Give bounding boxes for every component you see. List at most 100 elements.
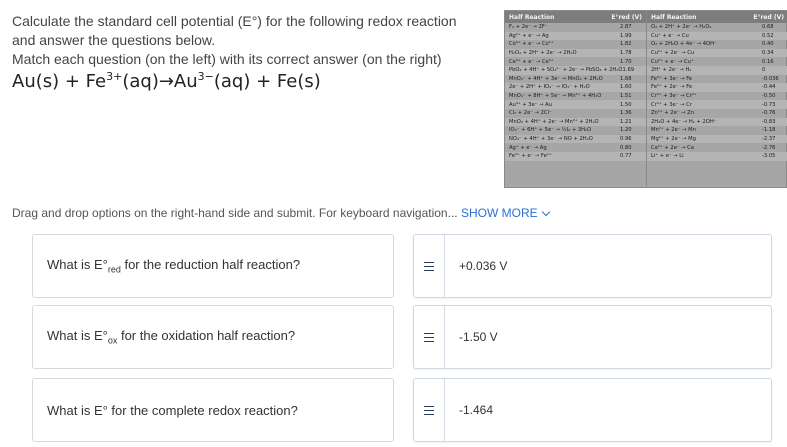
half-reaction: Ag⁺ + e⁻ → Ag (509, 144, 547, 151)
half-reaction: F₂ + 2e⁻ → 2F⁻ (509, 24, 548, 31)
half-reaction: Zn²⁺ + 2e⁻ → Zn (651, 110, 695, 117)
half-reaction: Cu²⁺ + e⁻ → Cu⁺ (651, 58, 694, 65)
potential-value: 2.87 (620, 24, 632, 31)
question-suffix: for the oxidation half reaction? (117, 328, 296, 344)
potential-value: 1.60 (620, 84, 632, 91)
half-reaction: PbO₂ + 4H⁺ + SO₄²⁻ + 2e⁻ → PbSO₄ + 2H₂O (509, 67, 623, 74)
table-row: Mg²⁺ + 2e⁻ → Mg -2.37 (647, 134, 787, 144)
half-reaction: Au³⁺ + 3e⁻ → Au (509, 101, 553, 108)
potential-value: 0 (762, 67, 766, 74)
potential-value: -1.18 (762, 127, 776, 134)
reaction-middle: (aq)→Au (122, 71, 198, 92)
table-row: PbO₂ + 4H⁺ + SO₄²⁻ + 2e⁻ → PbSO₄ + 2H₂O 1… (505, 65, 646, 75)
potential-value: -0.76 (762, 110, 776, 117)
drag-handle-icon[interactable] (414, 235, 444, 297)
table-row: Cu²⁺ + e⁻ → Cu⁺ 0.16 (647, 57, 787, 66)
potential-value: -2.76 (762, 144, 776, 151)
potential-value: -0.50 (762, 93, 776, 100)
potential-value: 0.34 (762, 50, 774, 57)
question-text: What is E° for the complete redox reacti… (47, 402, 298, 418)
table-row: NO₃⁻ + 4H⁺ + 3e⁻ → NO + 2H₂O 0.96 (505, 134, 646, 144)
au-charge: 3− (197, 70, 214, 83)
half-reaction: Ce⁴⁺ + e⁻ → Ce³⁺ (509, 58, 554, 65)
table-row: H₂O₂ + 2H⁺ + 2e⁻ → 2H₂O 1.78 (505, 48, 646, 58)
half-reaction: Fe³⁺ + 3e⁻ → Fe (651, 75, 693, 82)
instruction-line-1: Calculate the standard cell potential (E… (12, 13, 457, 29)
question-prefix: What is E° (47, 257, 108, 273)
instruction-line-2: and answer the questions below. (12, 32, 216, 48)
potential-value: 1.70 (620, 58, 632, 65)
potential-value: -0.73 (762, 101, 776, 108)
header-reaction: Half Reaction (509, 13, 555, 21)
table-row: MnO₄⁻ + 4H⁺ + 3e⁻ → MnO₂ + 2H₂O 1.68 (505, 75, 646, 84)
table-row: O₂ + 2H₂O + 4e⁻ → 4OH⁻ 0.40 (647, 40, 787, 49)
answer-value: -1.464 (459, 403, 494, 417)
table-left-half: Half Reaction E°red (V) F₂ + 2e⁻ → 2F⁻ 2.… (505, 11, 646, 187)
question-suffix: for the reduction half reaction? (120, 257, 301, 273)
drag-drop-hint: Drag and drop options on the right-hand … (12, 206, 550, 220)
show-more-link[interactable]: SHOW MORE (460, 206, 550, 220)
answer-option-1[interactable]: +0.036 V (413, 234, 772, 298)
potential-value: 0.96 (620, 136, 632, 143)
half-reaction: Li⁺ + e⁻ → Li (651, 153, 684, 160)
question-box-eox: What is E°ox for the oxidation half reac… (32, 305, 394, 369)
half-reaction: O₂ + 2H₂O + 4e⁻ → 4OH⁻ (651, 41, 717, 48)
table-row: IO₃⁻ + 6H⁺ + 5e⁻ → ½I₂ + 3H₂O 1.20 (505, 126, 646, 135)
half-reaction: Cl₂ + 2e⁻ → 2Cl⁻ (509, 110, 552, 117)
half-reaction: Fe²⁺ + 2e⁻ → Fe (651, 84, 693, 91)
potential-value: -0.44 (762, 84, 776, 91)
half-reaction: Fe³⁺ + e⁻ → Fe²⁺ (509, 153, 552, 160)
table-row: Co³⁺ + e⁻ → Co²⁺ 1.82 (505, 40, 646, 49)
question-prefix: What is E° (47, 328, 108, 344)
half-reaction: MnO₂ + 4H⁺ + 2e⁻ → Mn²⁺ + 2H₂O (509, 118, 599, 125)
table-row: Cu⁺ + e⁻ → Cu 0.52 (647, 31, 787, 41)
potential-value: -0.83 (762, 118, 776, 125)
potential-value: 1.21 (620, 118, 632, 125)
potential-value: 0.40 (762, 41, 774, 48)
question-subscript: red (107, 264, 121, 275)
potential-value: 1.36 (620, 110, 632, 117)
table-header: Half Reaction E°red (V) (647, 11, 787, 23)
drag-handle-icon[interactable] (414, 379, 444, 441)
half-reaction: MnO₄⁻ + 4H⁺ + 3e⁻ → MnO₂ + 2H₂O (509, 75, 603, 82)
half-reaction: 2e⁻ + 2H⁺ + IO₄⁻ → IO₃⁻ + H₂O (509, 84, 590, 91)
potential-value: 1.78 (620, 50, 632, 57)
half-reaction: Cu²⁺ + 2e⁻ → Cu (651, 50, 695, 57)
answer-option-3[interactable]: -1.464 (413, 378, 772, 442)
half-reaction: IO₃⁻ + 6H⁺ + 5e⁻ → ½I₂ + 3H₂O (509, 127, 592, 134)
potential-value: -3.05 (762, 153, 776, 160)
potential-value: 1.51 (620, 93, 632, 100)
answer-option-2[interactable]: -1.50 V (413, 305, 772, 369)
table-row: Ce⁴⁺ + e⁻ → Ce³⁺ 1.70 (505, 57, 646, 66)
redox-reaction-equation: Au(s) + Fe3+(aq)→Au3−(aq) + Fe(s) (12, 70, 321, 92)
answer-value: +0.036 V (459, 259, 508, 273)
potential-value: 0.68 (762, 24, 774, 31)
reaction-lhs: Au(s) + Fe (12, 71, 107, 92)
table-right-half: Half Reaction E°red (V) O₂ + 2H⁺ + 2e⁻ →… (646, 11, 787, 187)
potential-value: 0.16 (762, 58, 774, 65)
table-row: Ca²⁺ + 2e⁻ → Ca -2.76 (647, 143, 787, 152)
half-reaction: 2H₂O + 4e⁻ → H₂ + 2OH⁻ (651, 118, 717, 125)
hint-text: Drag and drop options on the right-hand … (12, 206, 458, 220)
potential-value: 1.20 (620, 127, 632, 134)
table-row: Ag⁺ + e⁻ → Ag 0.80 (505, 143, 646, 152)
half-reaction: Cr³⁺ + 3e⁻ → Cr (651, 101, 692, 108)
table-row: Cu²⁺ + 2e⁻ → Cu 0.34 (647, 48, 787, 58)
half-reaction: Ca²⁺ + 2e⁻ → Ca (651, 144, 694, 151)
table-row: 2H⁺ + 2e⁻ → H₂ 0 (647, 65, 787, 75)
show-more-label: SHOW MORE (460, 206, 538, 220)
table-row: Cr³⁺ + 3e⁻ → Cr -0.73 (647, 100, 787, 109)
chevron-down-icon (541, 207, 550, 217)
potential-value: -0.036 (762, 75, 779, 82)
drag-handle-icon[interactable] (414, 306, 444, 368)
potential-value: 0.80 (620, 144, 632, 151)
half-reaction: O₂ + 2H⁺ + 2e⁻ → H₂O₂ (651, 24, 712, 31)
question-text: What is E°ox for the oxidation half reac… (47, 328, 295, 346)
half-reaction: 2H⁺ + 2e⁻ → H₂ (651, 67, 692, 74)
header-reaction: Half Reaction (651, 13, 697, 21)
table-row: Zn²⁺ + 2e⁻ → Zn -0.76 (647, 109, 787, 118)
question-text: What is E°red for the reduction half rea… (47, 257, 300, 275)
half-reaction: NO₃⁻ + 4H⁺ + 3e⁻ → NO + 2H₂O (509, 136, 593, 143)
question-subscript: ox (107, 335, 118, 346)
half-reaction: Mg²⁺ + 2e⁻ → Mg (651, 136, 696, 143)
